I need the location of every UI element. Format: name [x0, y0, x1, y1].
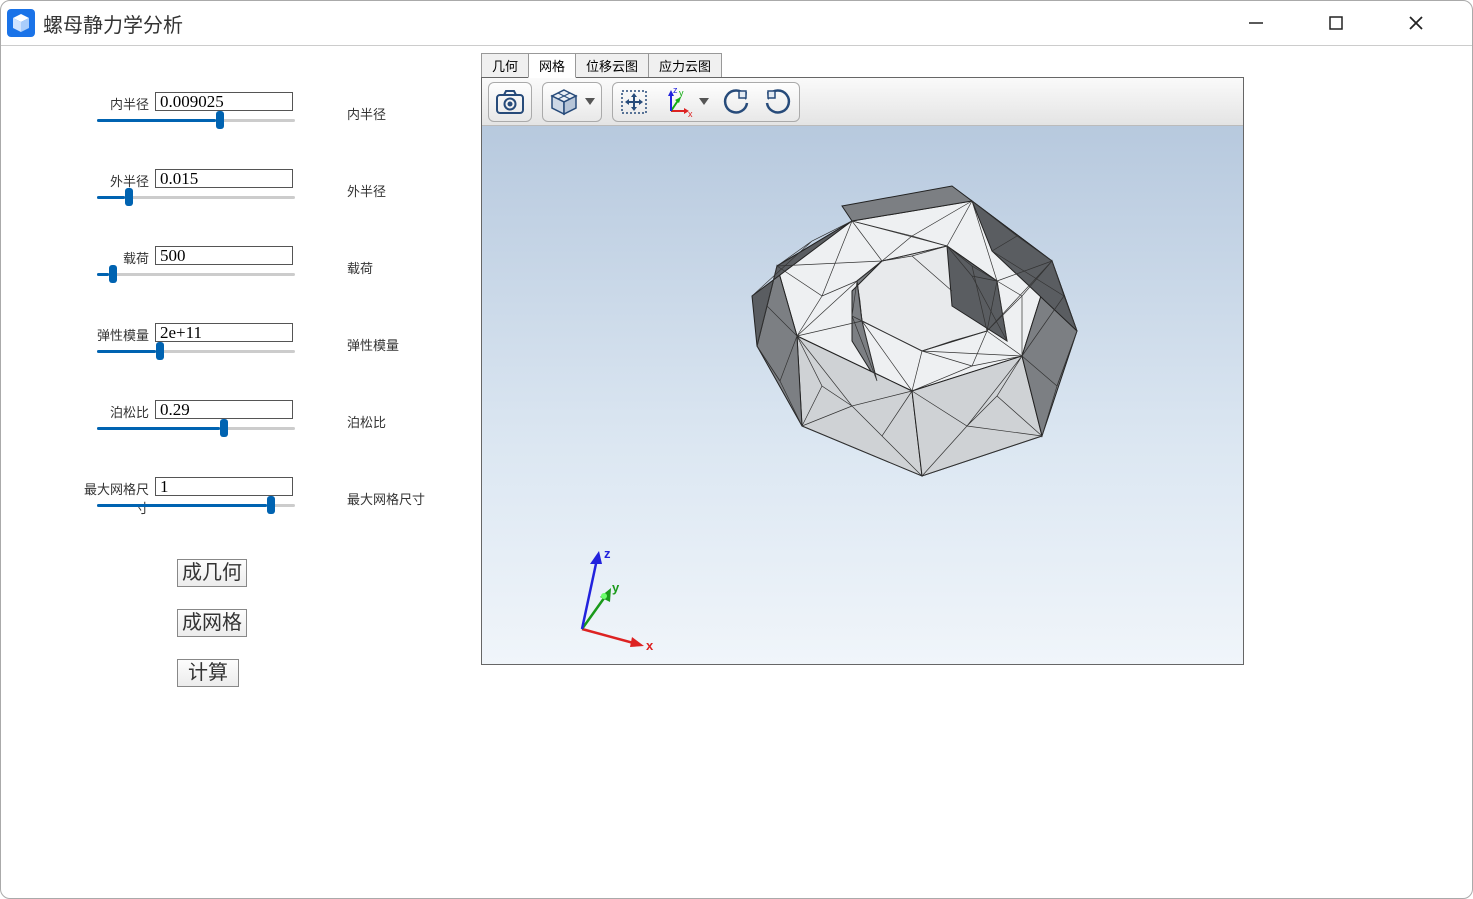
param-load: 载荷 载荷	[97, 246, 439, 281]
compute-button[interactable]: 计算	[177, 659, 239, 687]
3d-canvas[interactable]: .eTop{fill:#eef0f2;stroke:#222;stroke-wi…	[482, 126, 1243, 664]
minimize-button[interactable]	[1236, 8, 1276, 38]
tab-displacement[interactable]: 位移云图	[575, 53, 649, 78]
close-button[interactable]	[1396, 8, 1436, 38]
max-mesh-size-slider[interactable]	[97, 498, 295, 512]
maximize-icon	[1328, 15, 1344, 31]
param-max-mesh-size: 最大网格尺寸 最大网格尺寸	[97, 477, 439, 517]
svg-text:x: x	[646, 638, 654, 653]
param-label: 载荷	[97, 246, 155, 267]
view-cube-button[interactable]	[549, 88, 579, 116]
param-poisson: 泊松比 泊松比	[97, 400, 439, 435]
action-buttons: 成几何 成网格 计算	[177, 559, 439, 687]
param-label: 内半径	[347, 92, 386, 123]
param-label: 内半径	[97, 92, 155, 113]
axes-dropdown[interactable]	[699, 98, 709, 106]
rotate-cw-icon	[763, 88, 793, 116]
inner-radius-slider[interactable]	[97, 113, 295, 127]
viewer: x y z	[481, 77, 1244, 665]
param-label: 泊松比	[97, 400, 155, 421]
inner-radius-input[interactable]	[155, 92, 293, 111]
window-title: 螺母静力学分析	[43, 9, 183, 38]
param-label: 载荷	[347, 246, 373, 277]
param-label: 最大网格尺寸	[347, 477, 425, 508]
svg-text:y: y	[612, 580, 620, 595]
view-cube-group	[542, 82, 602, 122]
svg-text:z: z	[604, 546, 611, 561]
app-icon	[7, 9, 35, 37]
generate-mesh-button[interactable]: 成网格	[177, 609, 247, 637]
param-label: 外半径	[347, 169, 386, 200]
generate-geometry-button[interactable]: 成几何	[177, 559, 247, 587]
param-label: 弹性模量	[97, 323, 155, 344]
outer-radius-input[interactable]	[155, 169, 293, 188]
param-label: 泊松比	[347, 400, 386, 431]
orientation-triad: x y z	[552, 544, 672, 654]
pan-icon	[619, 88, 649, 116]
pan-button[interactable]	[619, 88, 649, 116]
navigation-group: x y z	[612, 82, 800, 122]
chevron-down-icon	[699, 98, 709, 106]
rotate-ccw-button[interactable]	[721, 88, 751, 116]
content-area: 内半径 内半径 外半径 外半径	[1, 45, 1472, 898]
app-window: 螺母静力学分析 内半径 内半径	[0, 0, 1473, 899]
params-panel: 内半径 内半径 外半径 外半径	[7, 52, 479, 892]
axes-icon: x y z	[659, 87, 693, 117]
maximize-button[interactable]	[1316, 8, 1356, 38]
param-outer-radius: 外半径 外半径	[97, 169, 439, 204]
rotate-ccw-icon	[721, 88, 751, 116]
param-inner-radius: 内半径 内半径	[97, 92, 439, 127]
chevron-down-icon	[585, 98, 595, 106]
window-controls	[1236, 8, 1466, 38]
svg-text:x: x	[688, 109, 693, 117]
minimize-icon	[1247, 14, 1265, 32]
tab-mesh[interactable]: 网格	[528, 53, 576, 78]
svg-text:z: z	[673, 87, 678, 95]
poisson-input[interactable]	[155, 400, 293, 419]
cube-icon	[549, 88, 579, 116]
view-cube-dropdown[interactable]	[585, 98, 595, 106]
camera-icon	[495, 89, 525, 115]
load-slider[interactable]	[97, 267, 295, 281]
tab-stress[interactable]: 应力云图	[648, 53, 722, 78]
poisson-slider[interactable]	[97, 421, 295, 435]
max-mesh-size-input[interactable]	[155, 477, 293, 496]
young-modulus-input[interactable]	[155, 323, 293, 342]
viewer-panel: 几何 网格 位移云图 应力云图	[481, 52, 1244, 665]
svg-text:y: y	[679, 88, 684, 98]
axes-button[interactable]: x y z	[659, 87, 693, 117]
cube-icon	[11, 13, 31, 33]
rotate-cw-button[interactable]	[763, 88, 793, 116]
close-icon	[1407, 14, 1425, 32]
param-young-modulus: 弹性模量 弹性模量	[97, 323, 439, 358]
titlebar: 螺母静力学分析	[1, 1, 1472, 45]
load-input[interactable]	[155, 246, 293, 265]
screenshot-group	[488, 82, 532, 122]
screenshot-button[interactable]	[495, 89, 525, 115]
tab-geometry[interactable]: 几何	[481, 53, 529, 78]
param-label: 外半径	[97, 169, 155, 190]
outer-radius-slider[interactable]	[97, 190, 295, 204]
param-label: 弹性模量	[347, 323, 399, 354]
view-tabs: 几何 网格 位移云图 应力云图	[481, 52, 1244, 77]
young-modulus-slider[interactable]	[97, 344, 295, 358]
viewer-toolbar: x y z	[482, 78, 1243, 126]
